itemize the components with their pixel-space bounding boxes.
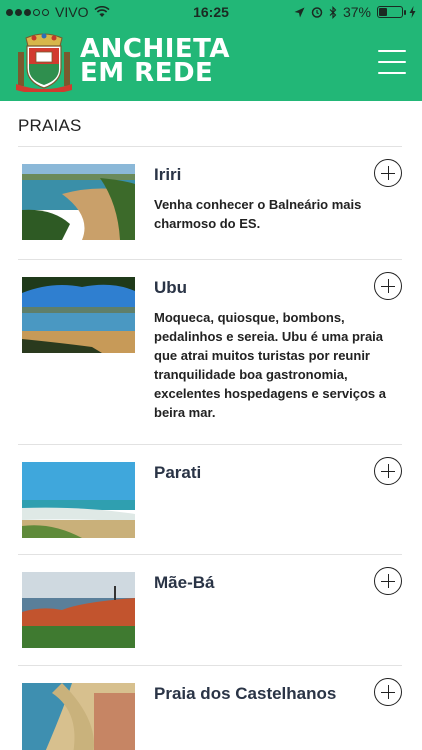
beach-list: Iriri Venha conhecer o Balneário mais ch… [0,147,422,750]
section-title: PRAIAS [18,116,82,135]
battery-icon [377,6,406,18]
beach-item-mae-ba[interactable]: Mãe-Bá [18,555,402,666]
hamburger-menu-icon[interactable] [378,50,406,74]
plus-circle-icon[interactable] [374,159,402,187]
beach-name: Iriri [154,165,182,184]
beach-thumbnail[interactable] [22,277,135,353]
beach-item-ubu[interactable]: Ubu Moqueca, quiosque, bombons, pedalinh… [18,260,402,445]
status-right: 37% [294,4,416,20]
plus-circle-icon[interactable] [374,678,402,706]
alarm-icon [311,7,323,18]
status-bar: VIVO 16:25 37% [0,0,422,24]
charging-bolt-icon [409,6,416,18]
beach-thumbnail[interactable] [22,572,135,648]
plus-circle-icon[interactable] [374,272,402,300]
beach-thumbnail[interactable] [22,164,135,240]
beach-thumbnail[interactable] [22,462,135,538]
beach-name: Ubu [154,278,188,297]
beach-name: Praia dos Castelhanos [154,684,337,703]
location-arrow-icon [294,7,305,17]
brand-line-2: EM REDE [80,58,214,88]
beach-item-parati[interactable]: Parati [18,445,402,555]
beach-thumbnail[interactable] [22,683,135,750]
plus-circle-icon[interactable] [374,457,402,485]
plus-circle-icon[interactable] [374,567,402,595]
beach-item-castelhanos[interactable]: Praia dos Castelhanos [18,666,402,750]
battery-percent: 37% [342,4,371,20]
brand-title: ANCHIETA EM REDE [80,36,230,88]
coat-of-arms-logo[interactable] [16,32,72,92]
beach-item-iriri[interactable]: Iriri Venha conhecer o Balneário mais ch… [18,147,402,260]
bluetooth-icon [329,5,337,19]
beach-name: Parati [154,463,202,482]
beach-name: Mãe-Bá [154,573,215,592]
beach-description: Moqueca, quiosque, bombons, pedalinhos e… [154,310,386,420]
beach-description: Venha conhecer o Balneário mais charmoso… [154,197,362,231]
app-header: ANCHIETA EM REDE [0,24,422,101]
